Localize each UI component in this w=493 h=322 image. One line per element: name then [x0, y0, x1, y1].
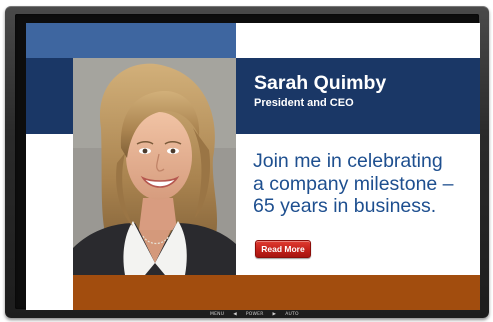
read-more-button[interactable]: Read More: [255, 240, 311, 258]
ceo-name: Sarah Quimby: [254, 72, 387, 94]
display-screen: Sarah Quimby President and CEO Join me i…: [26, 23, 480, 310]
next-arrow-icon[interactable]: ▶: [273, 312, 277, 317]
milestone-headline: Join me in celebrating a company milesto…: [253, 150, 473, 218]
headline-line-1: Join me in celebrating: [253, 150, 443, 172]
ceo-portrait-photo: [73, 58, 236, 275]
prev-arrow-icon[interactable]: ◀: [233, 312, 237, 317]
menu-button[interactable]: MENU: [210, 312, 224, 317]
power-button[interactable]: POWER: [246, 312, 264, 317]
portrait-illustration: [73, 58, 236, 275]
auto-button[interactable]: AUTO: [285, 312, 298, 317]
headline-line-2: a company milestone –: [253, 172, 454, 195]
headline-line-3: 65 years in business.: [253, 195, 437, 217]
monitor-control-buttons: MENU ◀ POWER ▶ AUTO: [210, 311, 308, 317]
top-blue-band: [26, 23, 236, 58]
bottom-brown-band: [73, 275, 480, 310]
ceo-title: President and CEO: [254, 97, 354, 109]
